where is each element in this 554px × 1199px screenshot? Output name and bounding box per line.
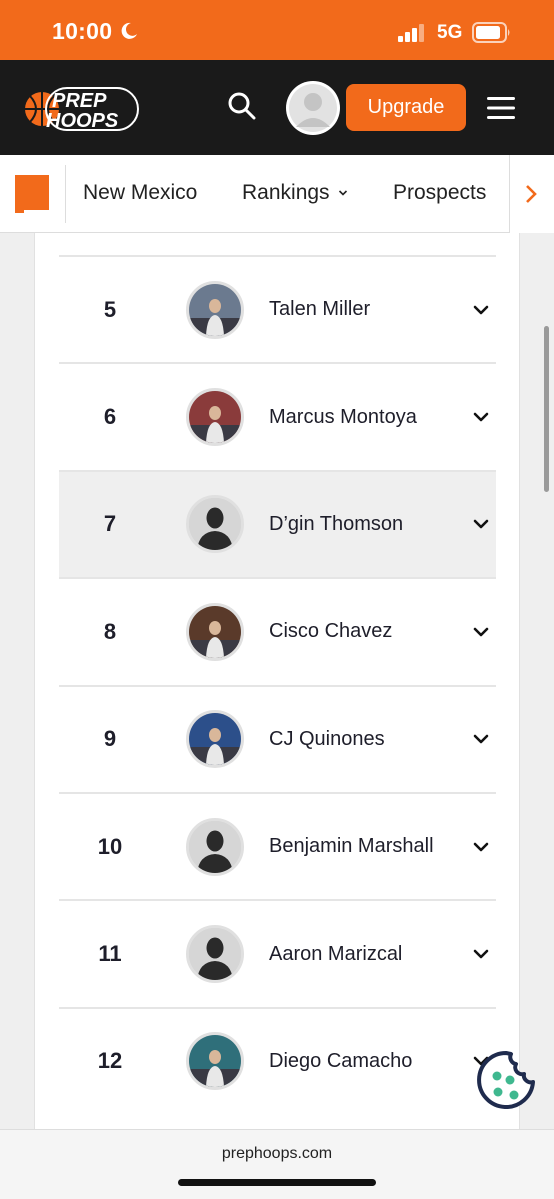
person-silhouette-icon xyxy=(189,928,241,981)
expand-chevron-icon[interactable] xyxy=(472,841,490,853)
rank-number: 8 xyxy=(103,618,117,644)
rank-number: 6 xyxy=(103,404,117,430)
rank-number: 12 xyxy=(97,1048,123,1074)
player-photo xyxy=(186,602,244,661)
svg-text:PREP: PREP xyxy=(52,90,107,112)
expand-chevron-icon[interactable] xyxy=(472,304,490,316)
expand-chevron-icon[interactable] xyxy=(472,411,490,423)
status-time: 10:00 xyxy=(52,18,113,44)
page-scrollbar[interactable] xyxy=(544,326,549,492)
expand-chevron-icon[interactable] xyxy=(472,733,490,745)
upgrade-button[interactable]: Upgrade xyxy=(346,84,466,131)
player-placeholder-avatar xyxy=(186,495,244,554)
player-photo-image xyxy=(189,283,241,336)
chevron-down-icon xyxy=(338,190,347,197)
rank-number: 10 xyxy=(97,833,123,859)
rank-number: 5 xyxy=(103,296,117,322)
ranking-row[interactable]: 10 Benjamin Marshall xyxy=(59,791,496,899)
browser-bottom-bar: prephoops.com xyxy=(0,1129,554,1199)
ranking-row[interactable]: 7 D’gin Thomson xyxy=(59,469,496,578)
new-mexico-state-icon[interactable] xyxy=(12,173,52,213)
player-photo-image xyxy=(189,713,241,766)
expand-chevron-icon[interactable] xyxy=(472,518,490,530)
cookie-settings-icon[interactable] xyxy=(474,1048,538,1112)
player-name[interactable]: Diego Camacho xyxy=(269,1009,412,1114)
expand-chevron-icon[interactable] xyxy=(472,626,490,638)
signal-icon xyxy=(398,24,424,42)
player-photo xyxy=(186,280,244,339)
player-name[interactable]: D’gin Thomson xyxy=(269,472,403,577)
player-photo xyxy=(186,710,244,769)
user-avatar-button[interactable] xyxy=(286,81,340,135)
ranking-row[interactable]: 12 Diego Camacho xyxy=(59,1006,496,1114)
rank-number: 9 xyxy=(103,726,117,752)
player-photo xyxy=(186,388,244,447)
ranking-row[interactable]: 8 Cisco Chavez xyxy=(59,577,496,684)
ranking-row[interactable]: 5 Talen Miller xyxy=(59,255,496,362)
ranking-row[interactable]: 9 CJ Quinones xyxy=(59,684,496,792)
ranking-row[interactable]: 6 Marcus Montoya xyxy=(59,362,496,469)
subnav-scroll-right-button[interactable] xyxy=(509,155,554,233)
player-placeholder-avatar xyxy=(186,925,244,984)
hamburger-menu-icon[interactable] xyxy=(484,94,518,122)
nav-prospects[interactable]: Prospects xyxy=(393,155,486,233)
person-silhouette-icon xyxy=(189,498,241,551)
status-bar: 10:00 5G xyxy=(0,0,554,60)
subnav-divider xyxy=(65,165,66,223)
rank-number: 11 xyxy=(98,941,122,967)
browser-url[interactable]: prephoops.com xyxy=(0,1145,554,1163)
nav-rankings-label: Rankings xyxy=(242,181,330,204)
rankings-panel: 5 Talen Miller 6 Marcus Montoya 7 D’gin Thoms… xyxy=(34,233,520,1133)
prephoops-logo[interactable]: PREP HOOPS xyxy=(22,84,140,134)
player-photo-image xyxy=(189,391,241,444)
home-indicator[interactable] xyxy=(178,1179,376,1186)
player-photo-image xyxy=(189,1035,241,1088)
rankings-list: 5 Talen Miller 6 Marcus Montoya 7 D’gin Thoms… xyxy=(59,255,496,1114)
nav-state-new-mexico[interactable]: New Mexico xyxy=(83,155,197,233)
player-name[interactable]: Talen Miller xyxy=(269,257,370,362)
player-name[interactable]: Benjamin Marshall xyxy=(269,794,434,899)
player-photo xyxy=(186,1032,244,1091)
svg-text:HOOPS: HOOPS xyxy=(46,110,119,132)
rank-number: 7 xyxy=(103,511,117,537)
moon-icon xyxy=(121,22,137,39)
site-header: PREP HOOPS xyxy=(0,60,554,155)
player-photo-image xyxy=(189,605,241,658)
search-icon[interactable] xyxy=(226,90,258,122)
player-name[interactable]: Aaron Marizcal xyxy=(269,901,402,1006)
player-name[interactable]: CJ Quinones xyxy=(269,687,385,792)
ranking-row[interactable]: 11 Aaron Marizcal xyxy=(59,899,496,1006)
avatar-placeholder-icon xyxy=(289,84,337,132)
battery-icon xyxy=(472,22,510,43)
expand-chevron-icon[interactable] xyxy=(472,948,490,960)
player-placeholder-avatar xyxy=(186,817,244,876)
player-name[interactable]: Marcus Montoya xyxy=(269,364,417,469)
player-name[interactable]: Cisco Chavez xyxy=(269,579,392,684)
network-label: 5G xyxy=(437,22,463,43)
state-subnav: New Mexico Rankings Prospects xyxy=(0,155,554,233)
person-silhouette-icon xyxy=(189,820,241,873)
chevron-right-icon xyxy=(526,185,537,203)
nav-rankings-dropdown[interactable]: Rankings xyxy=(242,155,348,233)
